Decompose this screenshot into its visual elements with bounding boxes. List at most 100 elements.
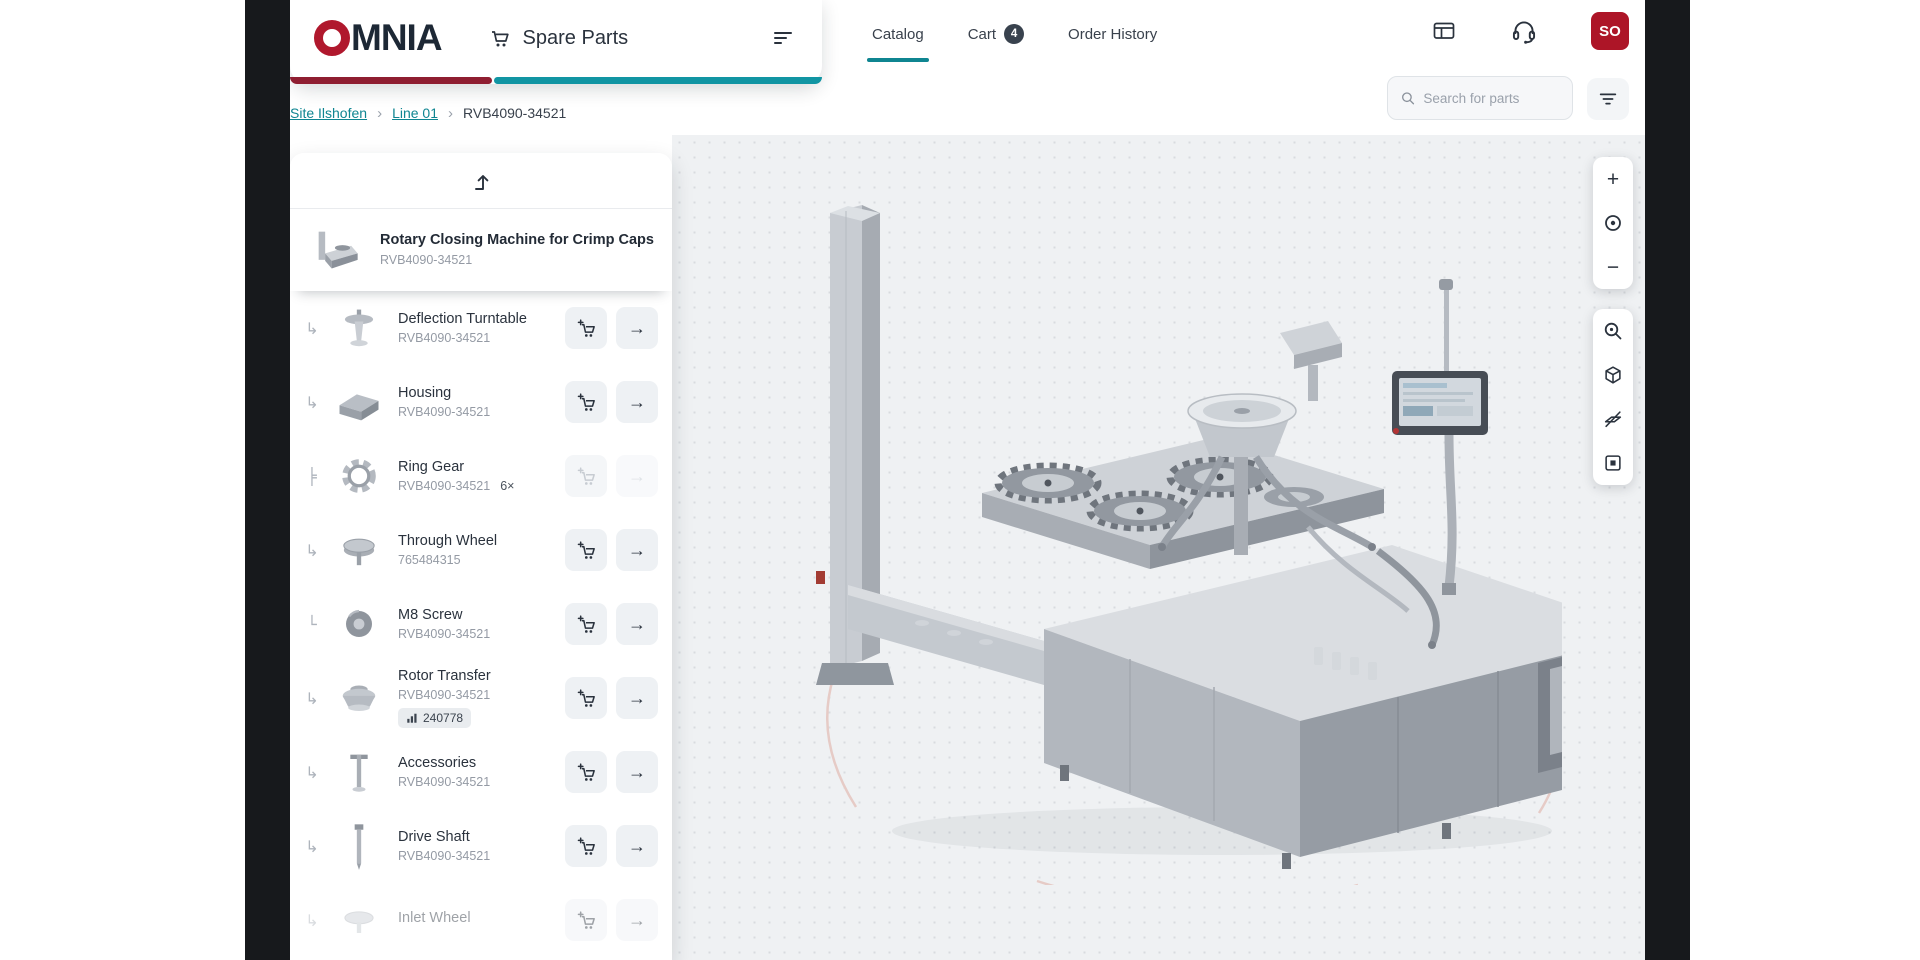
tree-branch-icon: ↳ [302,689,322,708]
support-button[interactable] [1509,16,1539,46]
part-number: RVB4090-34521 [398,775,490,789]
arrow-right-icon: → [628,393,646,411]
parent-assembly-name: Rotary Closing Machine for Crimp Caps [380,232,654,248]
tree-branch-icon: ╞ [302,467,322,486]
tab-cart[interactable]: Cart 4 [968,24,1024,48]
part-thumbnail [331,300,387,356]
cube-view-icon [1602,364,1624,386]
parts-panel: Rotary Closing Machine for Crimp Caps RV… [290,153,672,960]
tree-branch-icon: ↳ [302,911,322,930]
add-to-cart-icon [576,910,597,931]
arrow-right-icon: → [628,689,646,707]
omnia-logo: MNIA [314,17,442,59]
part-thumbnail [331,596,387,652]
search-input[interactable] [1423,91,1560,106]
breadcrumb: Site Ilshofen › Line 01 › RVB4090-34521 [290,100,566,126]
breadcrumb-link-line[interactable]: Line 01 [392,105,438,121]
header-actions: SO [1431,12,1629,50]
part-thumbnail [331,448,387,504]
section-box-button[interactable] [1593,441,1633,485]
omnia-logo-ring-icon [314,20,350,56]
add-to-cart-button[interactable] [565,307,607,349]
center-view-button[interactable] [1593,201,1633,245]
arrow-right-icon: → [628,911,646,929]
part-row[interactable]: ↳ Inlet Wheel → [290,883,672,957]
open-part-button[interactable]: → [616,751,658,793]
tab-catalog-label: Catalog [872,26,924,43]
hide-parts-button[interactable] [1593,397,1633,441]
filter-button[interactable] [1587,78,1629,120]
filter-icon [1597,88,1619,110]
part-number: RVB4090-34521 [398,405,490,419]
stock-bars-icon [406,712,418,724]
brand-machine-card: MNIA Spare Parts [290,0,822,84]
part-row[interactable]: ↳ Housing RVB4090-34521 → [290,365,672,439]
add-to-cart-button[interactable] [565,529,607,571]
tab-catalog[interactable]: Catalog [872,24,924,48]
open-part-button[interactable]: → [616,825,658,867]
breadcrumb-link-site[interactable]: Site Ilshofen [290,105,367,121]
part-row[interactable]: ╞ Ring Gear RVB4090-34521 6× → [290,439,672,513]
add-to-cart-button[interactable] [565,603,607,645]
add-to-cart-button[interactable] [565,455,607,497]
add-to-cart-button[interactable] [565,825,607,867]
zoom-out-button[interactable]: − [1593,245,1633,289]
part-row[interactable]: └ M8 Screw RVB4090-34521 → [290,587,672,661]
breadcrumb-separator-icon: › [448,105,453,122]
add-to-cart-button[interactable] [565,381,607,423]
open-part-button[interactable]: → [616,603,658,645]
open-part-button[interactable]: → [616,307,658,349]
open-part-button[interactable]: → [616,455,658,497]
part-row[interactable]: ↳ Through Wheel 765484315 → [290,513,672,587]
open-part-button[interactable]: → [616,529,658,571]
user-avatar[interactable]: SO [1591,12,1629,50]
breadcrumb-current: RVB4090-34521 [463,105,566,121]
parent-assembly-number: RVB4090-34521 [380,253,654,267]
up-to-parent-icon [468,168,494,194]
catalog-type-label: Spare Parts [523,27,629,50]
add-to-cart-button[interactable] [565,677,607,719]
machine-3d-render[interactable] [742,195,1562,885]
tablet-bezel-left [245,0,290,960]
part-name: M8 Screw [398,607,556,623]
part-thumbnail [331,818,387,874]
main-nav-tabs: Catalog Cart 4 Order History [872,24,1157,48]
part-row[interactable]: ↳ Rotor Transfer RVB4090-34521 240778 [290,661,672,735]
tree-branch-icon: ↳ [302,763,322,782]
part-name: Deflection Turntable [398,311,556,327]
parent-assembly-row[interactable]: Rotary Closing Machine for Crimp Caps RV… [290,209,672,291]
page-margin-right [1690,0,1920,960]
part-row[interactable]: ↳ Accessories RVB4090-34521 → [290,735,672,809]
part-thumbnail [331,374,387,430]
breadcrumb-separator-icon: › [377,105,382,122]
add-to-cart-button[interactable] [565,899,607,941]
part-row[interactable]: ↳ Deflection Turntable RVB4090-34521 → [290,291,672,365]
add-to-cart-icon [576,836,597,857]
load-progress-bar [290,77,822,84]
add-to-cart-button[interactable] [565,751,607,793]
3d-viewport[interactable]: + − [672,135,1645,960]
catalog-type-selector[interactable]: Spare Parts [488,26,629,50]
arrow-right-icon: → [628,319,646,337]
part-thumbnail [331,892,387,948]
part-thumbnail [331,670,387,726]
open-part-button[interactable]: → [616,381,658,423]
workspace-button[interactable] [1431,18,1457,44]
cube-view-button[interactable] [1593,353,1633,397]
part-row[interactable]: ↳ Drive Shaft RVB4090-34521 → [290,809,672,883]
part-name: Through Wheel [398,533,556,549]
progress-segment-red [290,77,492,84]
zoom-in-button[interactable]: + [1593,157,1633,201]
part-name: Accessories [398,755,556,771]
part-quantity-badge: 6× [500,479,514,493]
open-part-button[interactable]: → [616,677,658,719]
tab-order-history[interactable]: Order History [1068,24,1157,48]
navigate-up-button[interactable] [290,153,672,209]
open-part-button[interactable]: → [616,899,658,941]
zoom-toolbar: + − [1593,157,1633,289]
part-thumbnail [331,744,387,800]
inspect-button[interactable] [1593,309,1633,353]
selector-menu-icon[interactable] [770,25,796,51]
parent-assembly-thumbnail [308,221,364,277]
part-number: RVB4090-34521 [398,849,490,863]
